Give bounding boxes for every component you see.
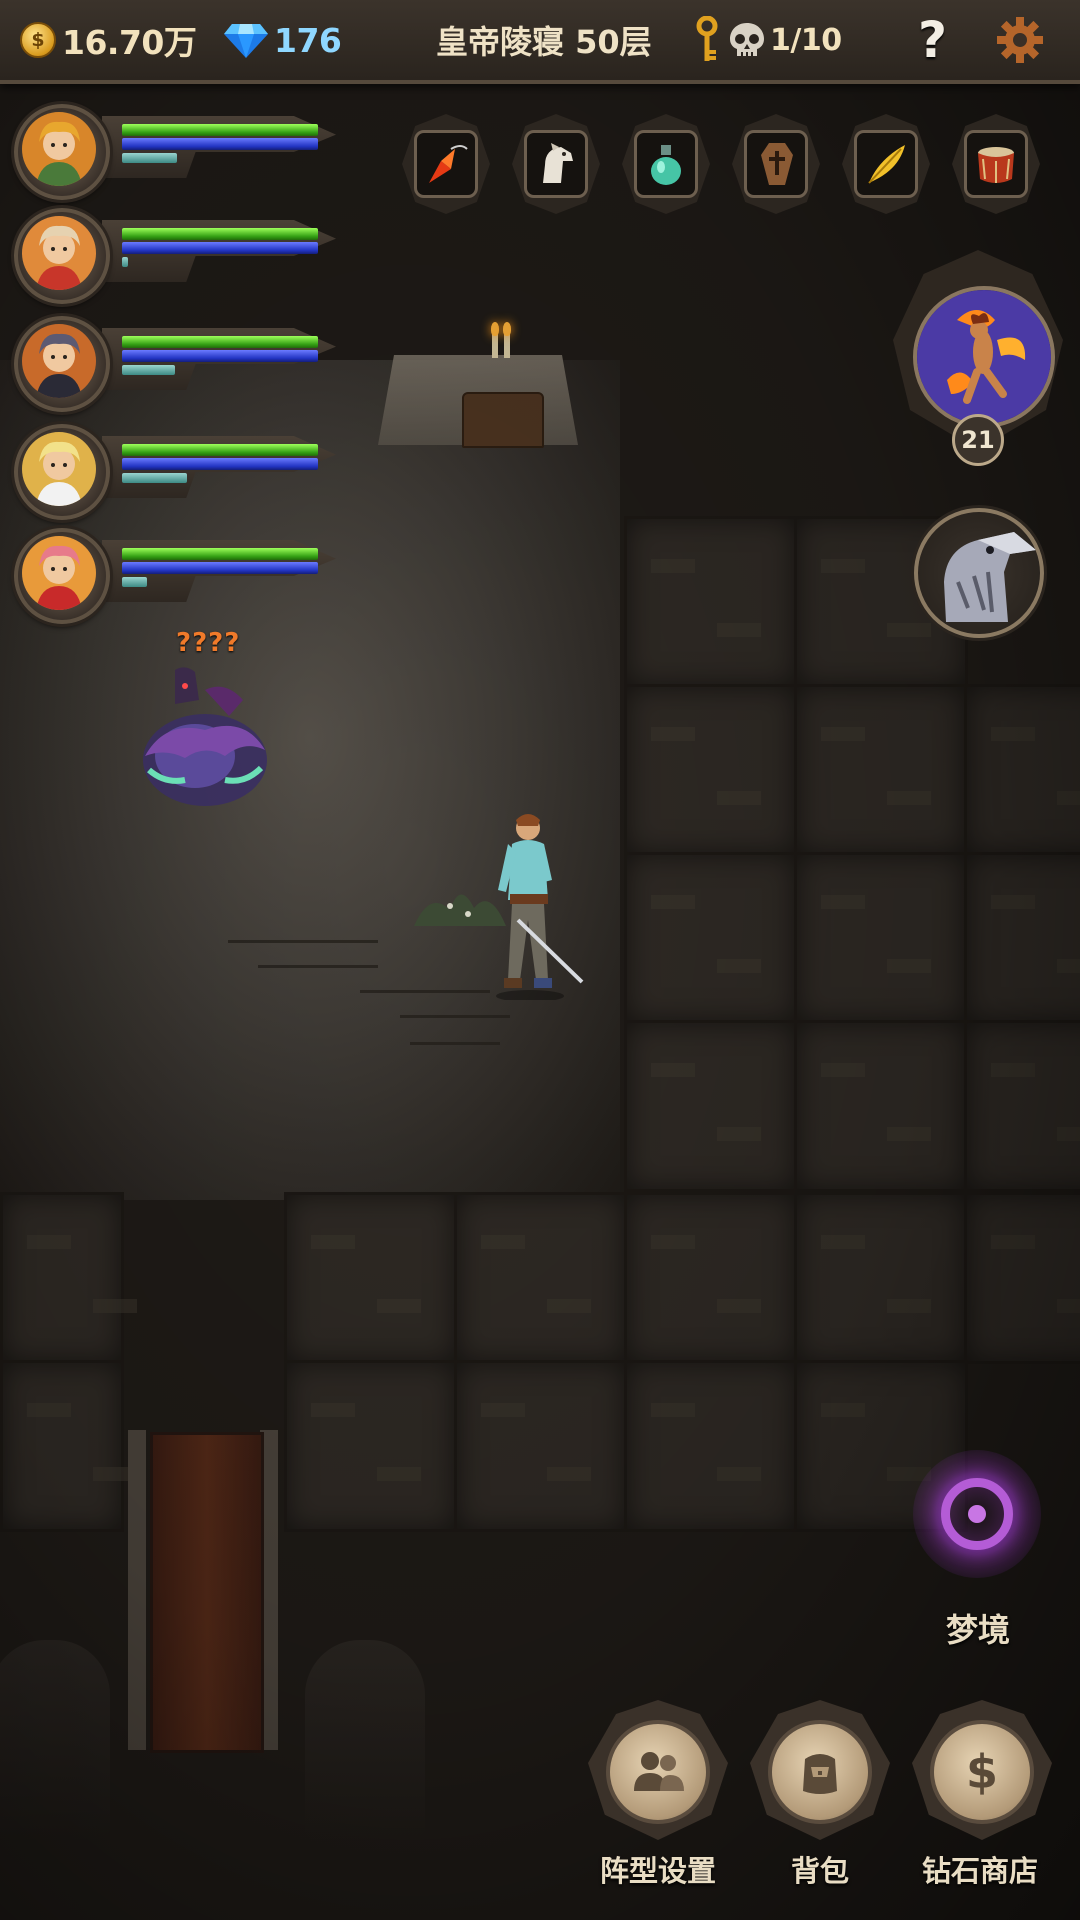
hero-mp-bar [122, 458, 318, 470]
drum-icon [978, 147, 1014, 183]
potion-flask-icon [651, 145, 681, 185]
gold-coin-icon: $ [20, 22, 56, 58]
carrot-dagger-icon [429, 145, 468, 183]
relic-slot[interactable] [508, 110, 604, 228]
floor-title: 皇帝陵寝 50层 [436, 23, 652, 61]
hero-row[interactable] [10, 420, 336, 520]
hero-mp-bar [122, 242, 318, 254]
kill-counter: 1/10 [694, 0, 842, 80]
relic-slot[interactable] [618, 110, 714, 228]
relic-slot[interactable] [838, 110, 934, 228]
hero-row[interactable] [10, 524, 336, 624]
hero-xp-bar [122, 153, 177, 163]
gem-value: 176 [274, 20, 342, 60]
hero-hp-bar [122, 336, 318, 348]
dream-button[interactable] [913, 1450, 1041, 1578]
hero-xp-bar [122, 365, 175, 375]
raven-head-icon [944, 532, 1036, 622]
hero-portrait [22, 324, 96, 398]
enemy-monster[interactable] [125, 660, 285, 820]
hero-hp-bar [122, 444, 318, 456]
gold-counter: $ 16.70万 [20, 0, 197, 80]
help-icon: ? [918, 11, 948, 69]
hero-portrait [22, 432, 96, 506]
hero-xp-bar [122, 473, 187, 483]
boss-portrait[interactable] [913, 286, 1055, 428]
hero-portrait-frame [14, 424, 110, 520]
hero-portrait-frame [14, 104, 110, 200]
hero-row[interactable] [10, 204, 336, 304]
floor-title-box: 皇帝陵寝 50层 [436, 0, 652, 80]
diamond-icon [224, 24, 268, 58]
hero-portrait [22, 536, 96, 610]
hero-portrait-frame [14, 528, 110, 624]
formation-label: 阵型设置 [599, 1854, 716, 1888]
formation-button[interactable] [588, 1700, 728, 1840]
gem-counter: 176 [224, 0, 342, 80]
golden-feather-icon [868, 145, 905, 184]
raven-button[interactable] [914, 508, 1044, 638]
horse-head-icon [543, 143, 573, 183]
hero-hp-bar [122, 228, 318, 240]
dream-label: 梦境 [945, 1611, 1010, 1649]
hero-mp-bar [122, 350, 318, 362]
gold-value: 16.70万 [62, 23, 197, 62]
hero-xp-bar [122, 257, 128, 267]
backpack-icon [803, 1754, 837, 1794]
hero-portrait [22, 112, 96, 186]
hero-row[interactable] [10, 312, 336, 412]
party-icon [634, 1752, 684, 1791]
relic-slot[interactable] [728, 110, 824, 228]
fire-dancer-icon [917, 290, 1051, 424]
hero-portrait-frame [14, 316, 110, 412]
hero-mp-bar [122, 138, 318, 150]
gear-icon [997, 17, 1043, 63]
boss-level-badge: 21 [952, 414, 1004, 466]
svg-text:$: $ [966, 1745, 998, 1799]
hero-portrait [22, 216, 96, 290]
relic-slot[interactable] [948, 110, 1044, 228]
backpack-button[interactable] [750, 1700, 890, 1840]
settings-button[interactable] [996, 0, 1044, 80]
diamond-shop-button[interactable]: $ [912, 1700, 1052, 1840]
skull-icon [730, 23, 764, 56]
enemy-label: ???? [176, 628, 241, 658]
hero-row[interactable] [10, 100, 336, 200]
spectral-enemy-icon [143, 667, 267, 806]
coffin-icon [761, 143, 793, 185]
portal-ring-icon [941, 1478, 1013, 1550]
hero-hp-bar [122, 548, 318, 560]
relic-slot[interactable] [398, 110, 494, 228]
diamond-shop-label: 钻石商店 [921, 1854, 1038, 1888]
help-button[interactable]: ? [918, 0, 947, 80]
kill-count: 1/10 [770, 22, 842, 58]
top-bar: $ 16.70万 176 皇帝陵寝 50层 1/10 ? [0, 0, 1080, 84]
hero-xp-bar [122, 577, 148, 587]
player-character[interactable] [478, 810, 588, 1002]
key-icon [696, 16, 718, 61]
swordsman-icon [496, 814, 584, 1002]
hero-mp-bar [122, 562, 318, 574]
hero-hp-bar [122, 124, 318, 136]
dollar-icon: $ [966, 1745, 998, 1799]
backpack-label: 背包 [790, 1854, 849, 1888]
hero-portrait-frame [14, 208, 110, 304]
